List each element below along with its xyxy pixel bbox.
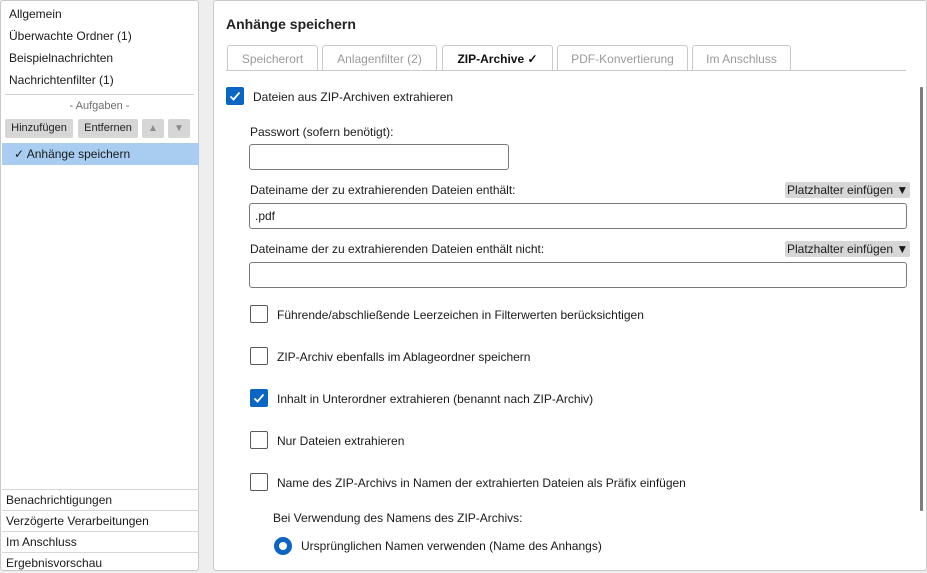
move-up-button[interactable]: ▲ xyxy=(142,119,164,138)
prefix-name-label: Name des ZIP-Archivs in Namen der extrah… xyxy=(277,476,686,490)
task-item-label: ✓ Anhänge speichern xyxy=(14,147,131,161)
save-zip-label: ZIP-Archiv ebenfalls im Ablageordner spe… xyxy=(277,350,531,364)
extract-zip-label: Dateien aus ZIP-Archiven extrahieren xyxy=(253,90,454,104)
left-panel: Allgemein Überwachte Ordner (1) Beispiel… xyxy=(0,0,199,571)
move-down-button[interactable]: ▼ xyxy=(168,119,190,138)
checkmark-icon xyxy=(253,393,265,403)
tab-afterwards[interactable]: Im Anschluss xyxy=(692,45,791,70)
original-name-label: Ursprünglichen Namen verwenden (Name des… xyxy=(301,539,602,553)
main-panel: Anhänge speichern Speicherort Anlagenfil… xyxy=(213,0,927,571)
nav-item-general[interactable]: Allgemein xyxy=(9,7,62,21)
nav-item-sample-messages[interactable]: Beispielnachrichten xyxy=(9,51,113,65)
tasks-header: - Aufgaben - xyxy=(69,100,130,112)
extract-zip-checkbox[interactable] xyxy=(226,87,244,105)
whitespace-checkbox[interactable] xyxy=(250,305,268,323)
task-item-save-attachments[interactable]: ✓ Anhänge speichern xyxy=(2,143,199,165)
save-zip-checkbox[interactable] xyxy=(250,347,268,365)
files-only-checkbox[interactable] xyxy=(250,431,268,449)
page-title: Anhänge speichern xyxy=(226,16,356,32)
tab-attachment-filter[interactable]: Anlagenfilter (2) xyxy=(322,45,437,70)
nav-item-afterwards[interactable]: Im Anschluss xyxy=(2,531,199,551)
nav-item-delayed-processing[interactable]: Verzögerte Verarbeitungen xyxy=(2,510,199,530)
include-filename-input[interactable]: .pdf xyxy=(249,203,907,229)
name-usage-label: Bei Verwendung des Namens des ZIP-Archiv… xyxy=(273,511,523,525)
prefix-name-checkbox[interactable] xyxy=(250,473,268,491)
tab-pdf-conversion[interactable]: PDF-Konvertierung xyxy=(557,45,688,70)
scrollbar[interactable] xyxy=(920,87,923,511)
insert-placeholder-button[interactable]: Platzhalter einfügen ▼ xyxy=(785,182,911,198)
add-task-button[interactable]: Hinzufügen xyxy=(5,119,73,138)
nav-item-result-preview[interactable]: Ergebnisvorschau xyxy=(2,552,199,572)
tab-divider xyxy=(226,70,906,71)
nav-item-notifications[interactable]: Benachrichtigungen xyxy=(2,489,199,509)
password-input[interactable] xyxy=(249,144,509,170)
original-name-radio[interactable] xyxy=(274,537,292,555)
password-label: Passwort (sofern benötigt): xyxy=(250,125,394,139)
nav-item-watched-folders[interactable]: Überwachte Ordner (1) xyxy=(9,29,132,43)
tab-storage-location[interactable]: Speicherort xyxy=(227,45,318,70)
insert-placeholder-button-2[interactable]: Platzhalter einfügen ▼ xyxy=(785,241,911,257)
subfolder-checkbox[interactable] xyxy=(250,389,268,407)
subfolder-label: Inhalt in Unterordner extrahieren (benan… xyxy=(277,392,594,406)
files-only-label: Nur Dateien extrahieren xyxy=(277,434,405,448)
exclude-filename-label: Dateiname der zu extrahierenden Dateien … xyxy=(250,242,545,256)
remove-task-button[interactable]: Entfernen xyxy=(78,119,138,138)
include-filename-label: Dateiname der zu extrahierenden Dateien … xyxy=(250,183,516,197)
exclude-filename-input[interactable] xyxy=(249,262,907,288)
whitespace-label: Führende/abschließende Leerzeichen in Fi… xyxy=(277,308,644,322)
tab-zip-archives[interactable]: ZIP-Archive ✓ xyxy=(442,45,553,71)
nav-item-message-filter[interactable]: Nachrichtenfilter (1) xyxy=(9,73,114,87)
checkmark-icon xyxy=(229,91,241,101)
divider xyxy=(5,94,194,95)
